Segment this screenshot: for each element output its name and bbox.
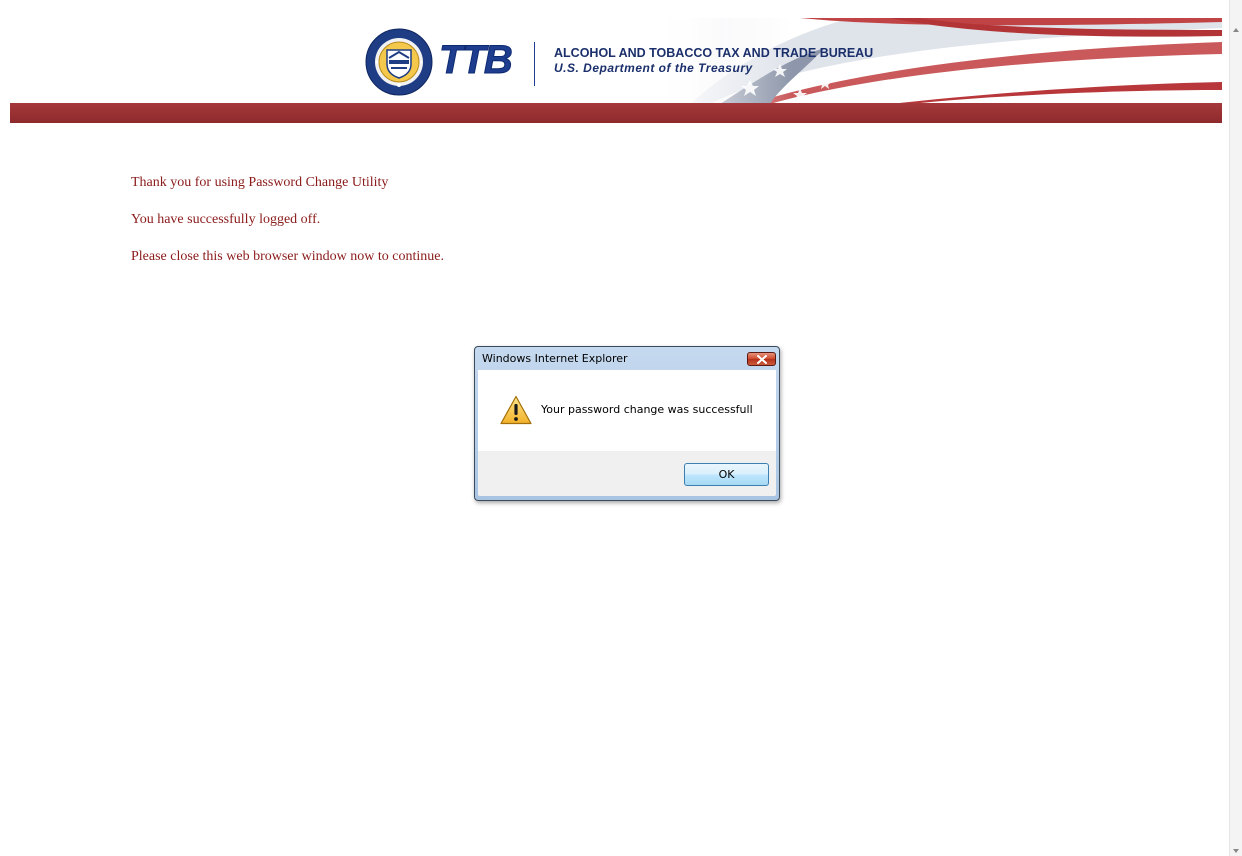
dialog-title: Windows Internet Explorer [482, 352, 628, 365]
logo-divider [534, 42, 535, 86]
message-block: Thank you for using Password Change Util… [131, 174, 444, 285]
logged-off-message: You have successfully logged off. [131, 212, 321, 227]
dialog-body: Your password change was successfull [478, 370, 776, 451]
alert-dialog: Windows Internet Explorer Your password … [474, 346, 780, 501]
department-name: U.S. Department of the Treasury [554, 61, 753, 75]
header-banner: TTB ALCOHOL AND TOBACCO TAX AND TRADE BU… [10, 18, 1222, 104]
dialog-footer: OK [478, 451, 776, 496]
close-icon [757, 355, 767, 364]
scroll-down-arrow-icon[interactable] [1233, 849, 1239, 853]
dialog-close-button[interactable] [747, 352, 776, 366]
close-window-message: Please close this web browser window now… [131, 249, 444, 264]
header-red-bar [10, 103, 1222, 123]
agency-name: ALCOHOL AND TOBACCO TAX AND TRADE BUREAU [554, 46, 874, 60]
dialog-message: Your password change was successfull [541, 403, 753, 416]
ttb-logo-mark: TTB [439, 38, 514, 82]
scroll-up-arrow-icon[interactable] [1233, 28, 1239, 32]
thank-you-message: Thank you for using Password Change Util… [131, 175, 389, 190]
warning-icon [500, 395, 532, 429]
vertical-scrollbar[interactable] [1229, 0, 1242, 856]
treasury-seal-icon [365, 28, 433, 96]
page: TTB ALCOHOL AND TOBACCO TAX AND TRADE BU… [0, 0, 1242, 856]
ok-button[interactable]: OK [684, 463, 769, 486]
logo-area: TTB ALCOHOL AND TOBACCO TAX AND TRADE BU… [365, 28, 925, 98]
